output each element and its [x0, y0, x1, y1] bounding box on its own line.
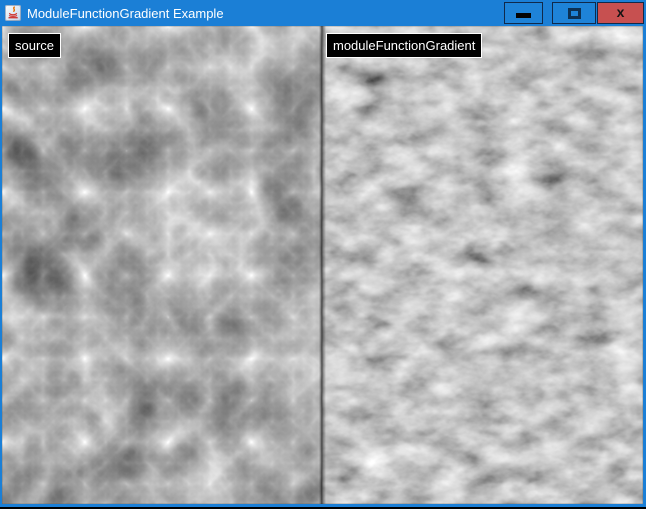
window-title: ModuleFunctionGradient Example [27, 0, 224, 26]
maximize-icon [568, 8, 581, 19]
gradient-image-panel: moduleFunctionGradient [322, 26, 643, 504]
app-window: ModuleFunctionGradient Example x [0, 0, 646, 507]
java-coffee-cup-icon[interactable] [5, 5, 21, 21]
minimize-icon [516, 13, 531, 18]
module-function-gradient-label: moduleFunctionGradient [326, 33, 482, 58]
close-button[interactable]: x [597, 2, 644, 24]
source-image-panel: source [2, 26, 322, 504]
close-icon: x [617, 5, 625, 19]
maximize-button[interactable] [552, 2, 596, 24]
content-area: source [2, 26, 643, 504]
source-label: source [8, 33, 61, 58]
minimize-button[interactable] [504, 2, 543, 24]
source-noise-image [2, 26, 322, 504]
titlebar[interactable]: ModuleFunctionGradient Example x [0, 0, 646, 26]
panel-divider [319, 26, 326, 504]
module-function-gradient-image [322, 26, 643, 504]
